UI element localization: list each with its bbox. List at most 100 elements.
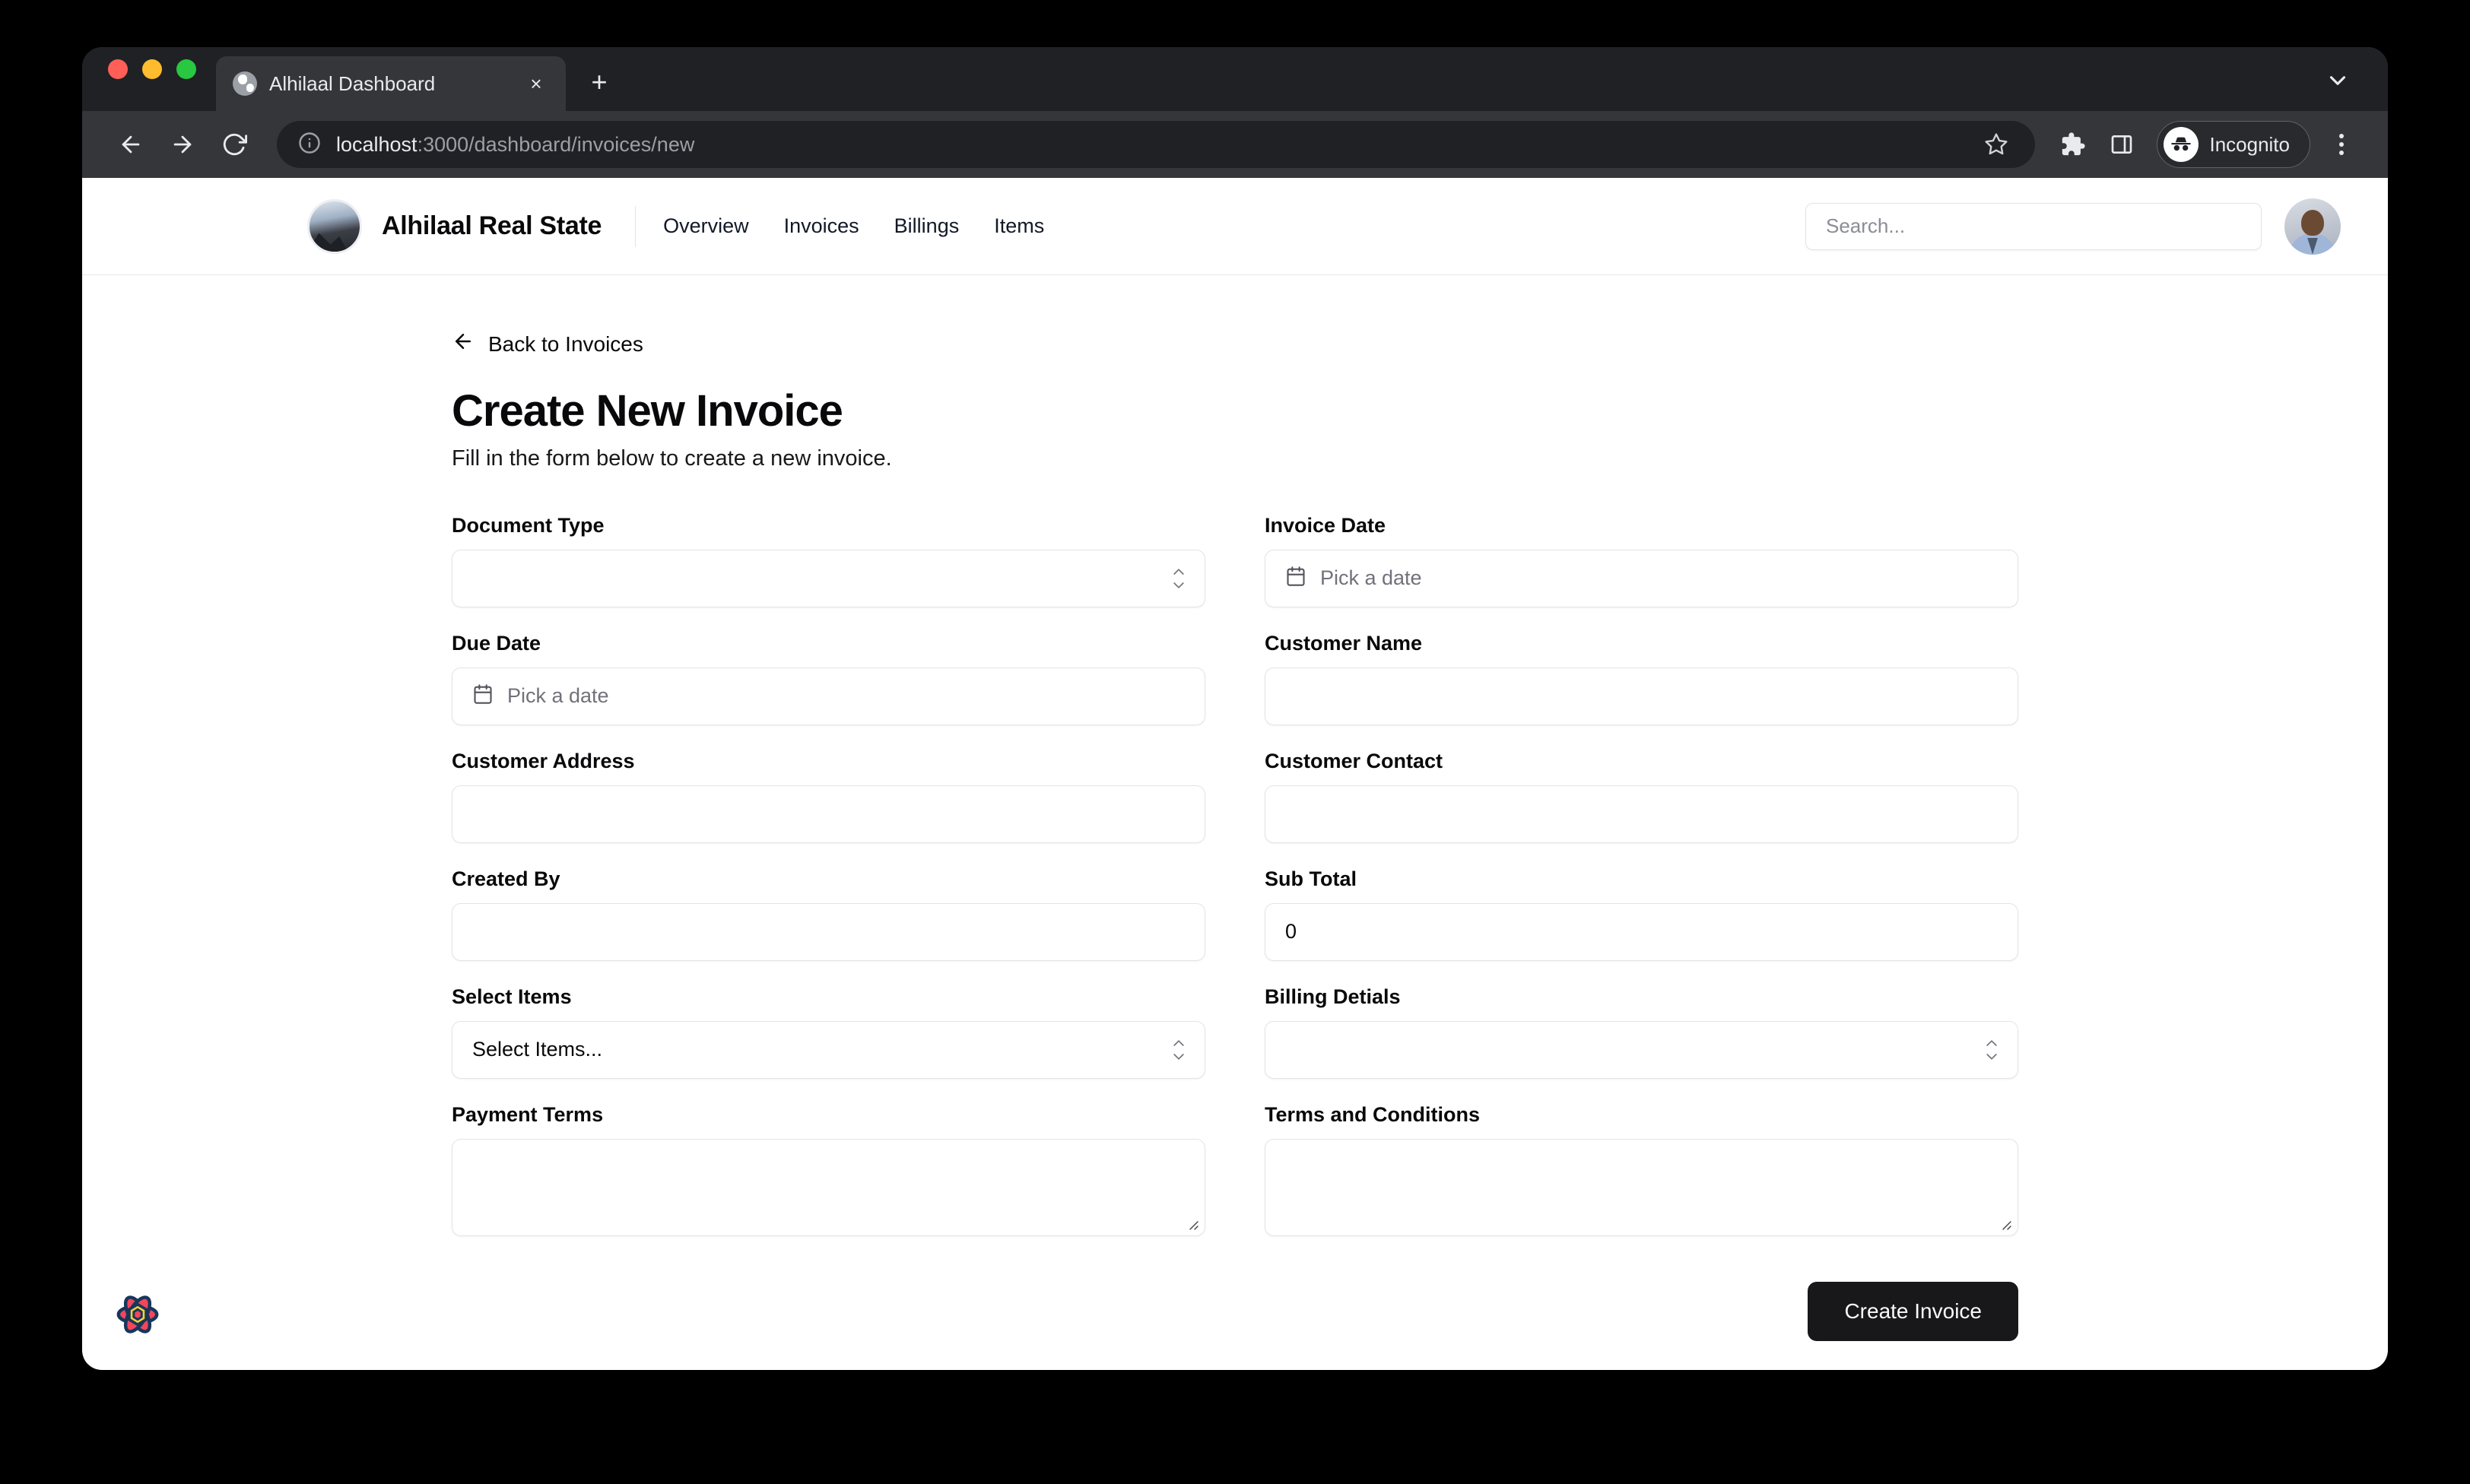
incognito-icon — [2164, 127, 2199, 162]
page-content: Back to Invoices Create New Invoice Fill… — [82, 275, 2388, 1341]
field-payment-terms: Payment Terms — [452, 1103, 1205, 1236]
chevron-up-down-icon — [1984, 1038, 1999, 1061]
browser-tab-title: Alhilaal Dashboard — [269, 71, 436, 95]
nav-item-overview[interactable]: Overview — [663, 214, 749, 238]
calendar-icon — [1285, 566, 1306, 591]
search-input[interactable]: Search... — [1805, 202, 2262, 250]
minimize-window-button[interactable] — [142, 59, 162, 79]
extensions-puzzle-icon[interactable] — [2052, 123, 2094, 166]
incognito-label: Incognito — [2209, 132, 2290, 156]
field-invoice-date: Invoice Date Pick a date — [1265, 514, 2018, 607]
field-sub-total: Sub Total 0 — [1265, 867, 2018, 961]
back-navigation-icon[interactable] — [108, 122, 154, 167]
browser-window: Alhilaal Dashboard × + localhost:3000/da… — [82, 47, 2388, 1370]
calendar-icon — [472, 683, 494, 709]
invoice-form: Document Type Invoice Date Pick a date D… — [452, 514, 2018, 1260]
label-customer-address: Customer Address — [452, 749, 635, 772]
close-tab-icon[interactable]: × — [523, 71, 549, 97]
search-placeholder: Search... — [1826, 214, 1906, 237]
invoice-date-placeholder: Pick a date — [1320, 566, 1422, 590]
form-actions: Create Invoice — [452, 1281, 2018, 1341]
customer-name-input[interactable] — [1265, 667, 2018, 725]
browser-tab[interactable]: Alhilaal Dashboard × — [216, 56, 566, 111]
sub-total-value: 0 — [1285, 920, 1297, 943]
header-divider — [635, 205, 637, 247]
forward-navigation-icon[interactable] — [160, 122, 205, 167]
header-right-cluster: Search... — [1805, 198, 2341, 255]
label-sub-total: Sub Total — [1265, 867, 1357, 890]
label-payment-terms: Payment Terms — [452, 1102, 604, 1126]
label-invoice-date: Invoice Date — [1265, 513, 1386, 537]
globe-favicon-icon — [233, 71, 257, 96]
label-billing-details: Billing Detials — [1265, 985, 1401, 1008]
bookmark-star-icon[interactable] — [1979, 127, 2014, 162]
created-by-input[interactable] — [452, 902, 1205, 961]
nav-item-invoices[interactable]: Invoices — [784, 214, 859, 238]
payment-terms-textarea[interactable] — [452, 1138, 1205, 1236]
field-select-items: Select Items Select Items... — [452, 985, 1205, 1079]
create-invoice-button[interactable]: Create Invoice — [1808, 1281, 2018, 1341]
user-avatar[interactable] — [2284, 198, 2341, 255]
field-due-date: Due Date Pick a date — [452, 632, 1205, 725]
label-due-date: Due Date — [452, 631, 541, 655]
select-items-dropdown[interactable]: Select Items... — [452, 1020, 1205, 1079]
field-customer-address: Customer Address — [452, 750, 1205, 843]
tab-search-chevron-down-icon[interactable] — [2322, 65, 2353, 96]
chevron-up-down-icon — [1171, 1038, 1186, 1061]
field-created-by: Created By — [452, 867, 1205, 961]
due-date-picker[interactable]: Pick a date — [452, 667, 1205, 725]
address-bar-url: localhost:3000/dashboard/invoices/new — [336, 133, 694, 157]
arrow-left-icon — [452, 330, 475, 358]
page-subtitle: Fill in the form below to create a new i… — [452, 446, 892, 471]
billing-details-select[interactable] — [1265, 1020, 2018, 1079]
browser-tab-strip: Alhilaal Dashboard × + — [82, 47, 2388, 111]
url-host: localhost — [336, 132, 417, 156]
field-document-type: Document Type — [452, 514, 1205, 607]
reload-icon[interactable] — [211, 122, 257, 167]
invoice-date-picker[interactable]: Pick a date — [1265, 549, 2018, 607]
side-panel-icon[interactable] — [2100, 123, 2143, 166]
maximize-window-button[interactable] — [176, 59, 196, 79]
avatar-head — [2301, 209, 2324, 236]
dev-tools-badge-icon[interactable] — [110, 1286, 166, 1343]
brand-name: Alhilaal Real State — [382, 211, 602, 240]
browser-menu-icon[interactable] — [2321, 124, 2362, 165]
page-viewport: Alhilaal Real State Overview Invoices Bi… — [82, 178, 2388, 1370]
back-to-invoices-link[interactable]: Back to Invoices — [452, 330, 2018, 358]
incognito-profile-button[interactable]: Incognito — [2157, 121, 2310, 168]
browser-toolbar: localhost:3000/dashboard/invoices/new In… — [82, 111, 2388, 178]
brand[interactable]: Alhilaal Real State — [307, 198, 602, 254]
customer-address-input[interactable] — [452, 785, 1205, 843]
app-header: Alhilaal Real State Overview Invoices Bi… — [82, 178, 2388, 275]
resize-handle-icon[interactable] — [1998, 1216, 2013, 1232]
new-tab-button[interactable]: + — [583, 65, 616, 99]
content-container: Back to Invoices Create New Invoice Fill… — [452, 330, 2018, 1341]
main-navigation: Overview Invoices Billings Items — [663, 214, 1044, 238]
label-created-by: Created By — [452, 867, 560, 890]
chevron-up-down-icon — [1171, 567, 1186, 589]
field-customer-name: Customer Name — [1265, 632, 2018, 725]
label-terms-and-conditions: Terms and Conditions — [1265, 1102, 1481, 1126]
sub-total-input[interactable]: 0 — [1265, 902, 2018, 961]
address-bar[interactable]: localhost:3000/dashboard/invoices/new — [277, 121, 2036, 168]
select-items-value: Select Items... — [472, 1038, 603, 1061]
label-customer-name: Customer Name — [1265, 631, 1423, 655]
document-type-select[interactable] — [452, 549, 1205, 607]
url-path: :3000/dashboard/invoices/new — [417, 132, 695, 156]
label-select-items: Select Items — [452, 985, 572, 1008]
nav-item-billings[interactable]: Billings — [894, 214, 960, 238]
terms-and-conditions-textarea[interactable] — [1265, 1138, 2018, 1236]
field-billing-details: Billing Detials — [1265, 985, 2018, 1079]
back-link-label: Back to Invoices — [488, 331, 643, 356]
resize-handle-icon[interactable] — [1185, 1216, 1200, 1232]
site-info-icon[interactable] — [298, 132, 321, 158]
brand-logo-icon — [307, 198, 362, 254]
label-customer-contact: Customer Contact — [1265, 749, 1443, 772]
customer-contact-input[interactable] — [1265, 785, 2018, 843]
nav-item-items[interactable]: Items — [994, 214, 1044, 238]
window-traffic-lights — [108, 47, 196, 111]
close-window-button[interactable] — [108, 59, 128, 79]
field-customer-contact: Customer Contact — [1265, 750, 2018, 843]
page-title: Create New Invoice — [452, 386, 843, 436]
due-date-placeholder: Pick a date — [507, 684, 609, 708]
